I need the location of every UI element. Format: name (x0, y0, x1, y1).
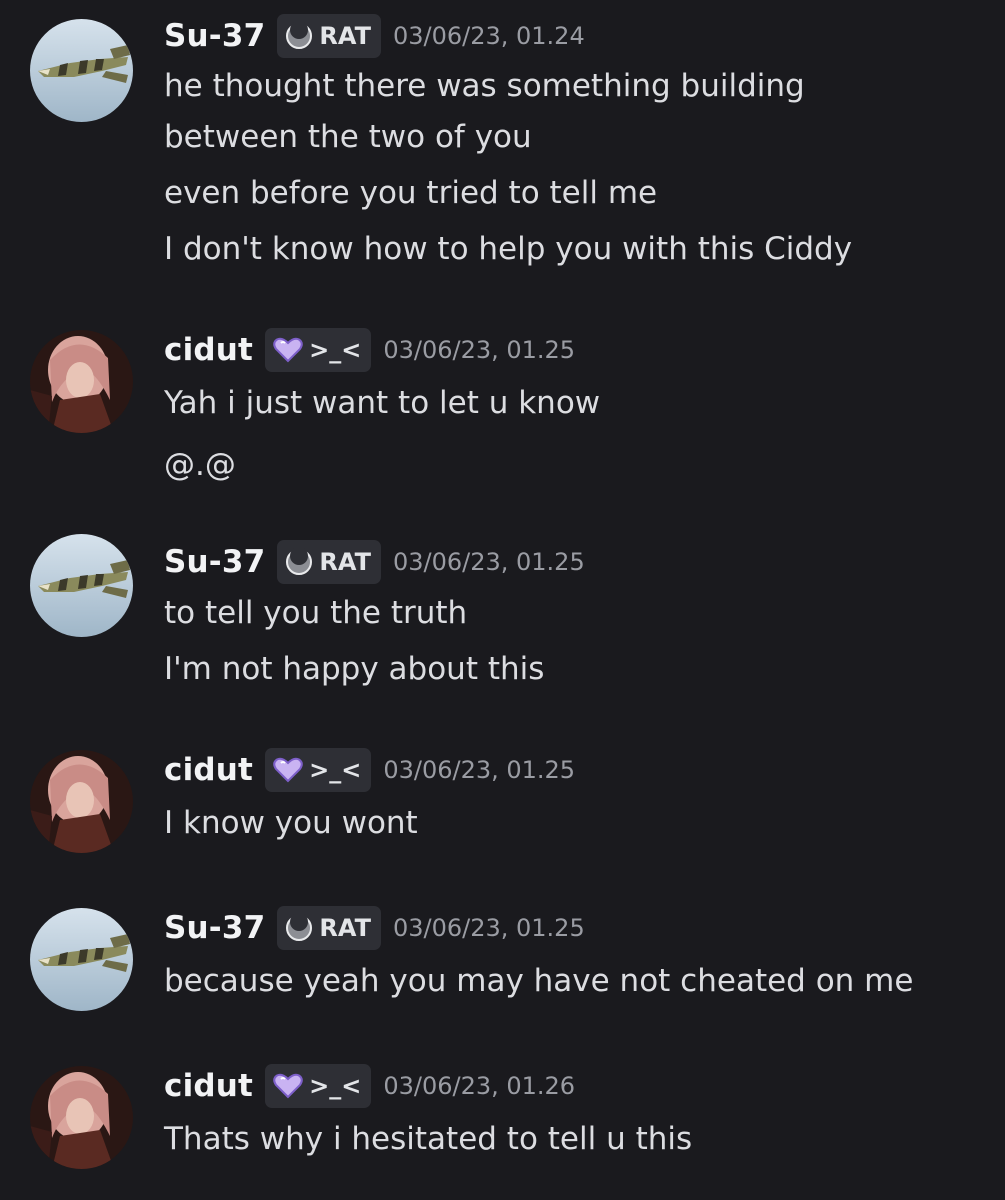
purple-heart-icon (273, 757, 303, 783)
server-tag-label: >_< (309, 756, 362, 784)
server-tag-label: >_< (309, 1072, 362, 1100)
jet-avatar-image (30, 908, 133, 1011)
avatar-pink-hair[interactable] (30, 750, 133, 853)
message-header: Su-37 RAT 03/06/23, 01.24 (164, 11, 585, 61)
avatar-jet[interactable] (30, 19, 133, 122)
server-tag[interactable]: RAT (277, 906, 381, 950)
message-text: Thats why i hesitated to tell u this (164, 1121, 693, 1157)
message-header: cidut >_< 03/06/23, 01.25 (164, 325, 575, 375)
timestamp: 03/06/23, 01.25 (392, 548, 585, 576)
crescent-moon-icon (286, 914, 313, 941)
message-text: @.@ (164, 447, 236, 483)
timestamp: 03/06/23, 01.25 (392, 914, 585, 942)
server-tag-label: RAT (319, 22, 371, 50)
timestamp: 03/06/23, 01.26 (383, 1072, 576, 1100)
message-text: I don't know how to help you with this C… (164, 231, 853, 267)
timestamp: 03/06/23, 01.25 (383, 756, 576, 784)
username[interactable]: cidut (164, 752, 253, 788)
server-tag[interactable]: >_< (265, 748, 372, 792)
message-text: between the two of you (164, 119, 532, 155)
message-header: Su-37 RAT 03/06/23, 01.25 (164, 903, 585, 953)
server-tag[interactable]: >_< (265, 1064, 372, 1108)
message-text: I know you wont (164, 805, 418, 841)
message-text: he thought there was something building (164, 68, 805, 104)
crescent-moon-icon (286, 548, 313, 575)
message-header: cidut >_< 03/06/23, 01.26 (164, 1061, 575, 1111)
message-header: cidut >_< 03/06/23, 01.25 (164, 745, 575, 795)
avatar-pink-hair[interactable] (30, 330, 133, 433)
username[interactable]: Su-37 (164, 910, 265, 946)
message-text: I'm not happy about this (164, 651, 545, 687)
message-text: because yeah you may have not cheated on… (164, 963, 914, 999)
server-tag-label: RAT (319, 914, 371, 942)
server-tag[interactable]: RAT (277, 14, 381, 58)
avatar-pink-hair[interactable] (30, 1066, 133, 1169)
message-text: to tell you the truth (164, 595, 468, 631)
pink-hair-avatar-image (30, 750, 133, 853)
server-tag-label: RAT (319, 548, 371, 576)
message-text: Yah i just want to let u know (164, 385, 601, 421)
avatar-jet[interactable] (30, 534, 133, 637)
jet-avatar-image (30, 19, 133, 122)
server-tag-label: >_< (309, 336, 362, 364)
pink-hair-avatar-image (30, 330, 133, 433)
server-tag[interactable]: >_< (265, 328, 372, 372)
username[interactable]: cidut (164, 1068, 253, 1104)
message-text: even before you tried to tell me (164, 175, 658, 211)
username[interactable]: cidut (164, 332, 253, 368)
crescent-moon-icon (286, 22, 313, 49)
username[interactable]: Su-37 (164, 18, 265, 54)
username[interactable]: Su-37 (164, 544, 265, 580)
server-tag[interactable]: RAT (277, 540, 381, 584)
pink-hair-avatar-image (30, 1066, 133, 1169)
message-header: Su-37 RAT 03/06/23, 01.25 (164, 537, 585, 587)
avatar-jet[interactable] (30, 908, 133, 1011)
timestamp: 03/06/23, 01.25 (383, 336, 576, 364)
purple-heart-icon (273, 1073, 303, 1099)
jet-avatar-image (30, 534, 133, 637)
timestamp: 03/06/23, 01.24 (392, 22, 585, 50)
purple-heart-icon (273, 337, 303, 363)
